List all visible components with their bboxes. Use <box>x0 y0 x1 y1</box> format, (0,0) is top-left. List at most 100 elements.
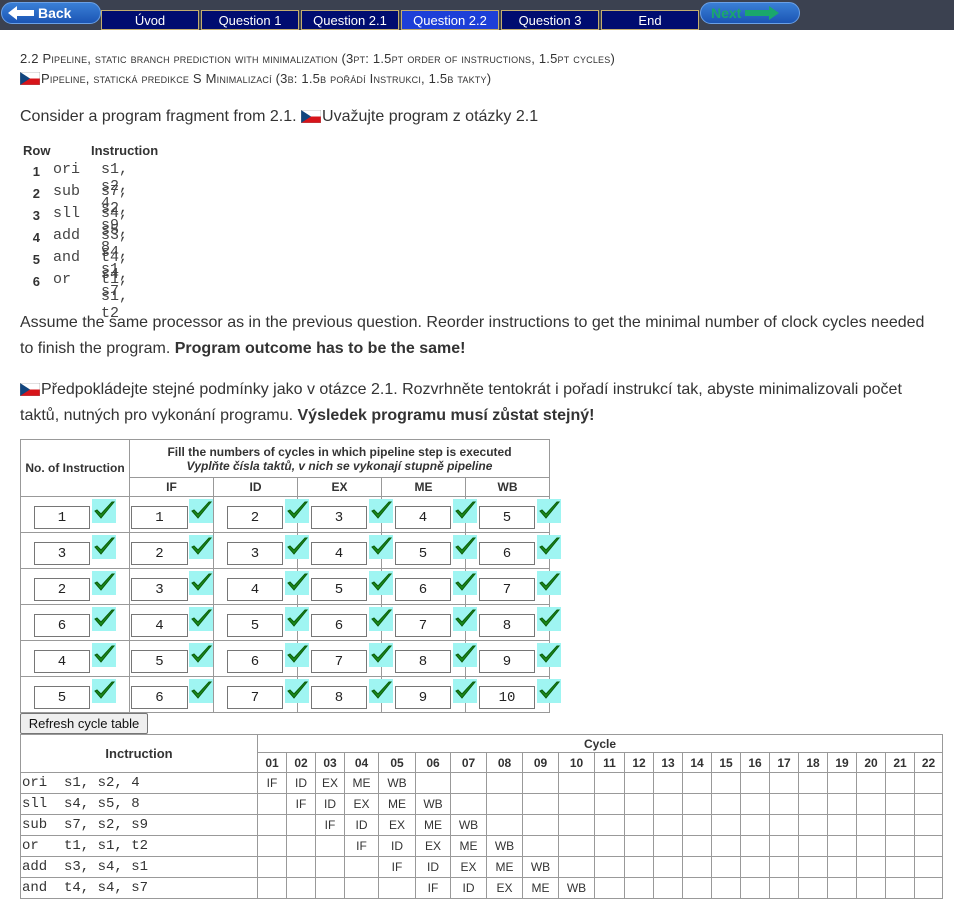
refresh-cycle-table-button[interactable]: Refresh cycle table <box>20 713 148 734</box>
stage-cycle-cell: 6 <box>297 604 393 641</box>
stage-cycle-input-ex[interactable]: 3 <box>311 506 367 529</box>
instruction-number-cell: 4 <box>20 640 130 677</box>
stage-cycle-cell: 6 <box>381 568 477 605</box>
row-number: 3 <box>32 208 40 223</box>
stage-cycle-input-if[interactable]: 1 <box>131 506 188 529</box>
stage-cycle-cell: 7 <box>297 640 393 677</box>
cycle-row-instruction: sub s7, s2, s9 <box>20 814 258 836</box>
tab-question-2-2[interactable]: Question 2.2 <box>401 10 499 30</box>
cycle-number: 02 <box>286 752 316 773</box>
stage-cycle-cell: 4 <box>213 568 309 605</box>
instruction-number-input[interactable]: 6 <box>34 614 90 637</box>
stage-cycle-cell: 5 <box>213 604 309 641</box>
stage-cycle-cell: 9 <box>381 676 477 713</box>
stage-cycle-input-id[interactable]: 5 <box>227 614 283 637</box>
check-icon <box>189 607 213 631</box>
stage-cycle-input-if[interactable]: 6 <box>131 686 188 709</box>
empty-cycle-cell <box>798 793 828 815</box>
stage-cycle-cell: 8 <box>297 676 393 713</box>
order-row: 2 3 4 5 6 7 <box>20 568 561 605</box>
empty-cycle-cell <box>594 772 625 794</box>
stage-cycle-input-id[interactable]: 2 <box>227 506 283 529</box>
col-row-header: Row <box>23 143 51 158</box>
stage-cell-id: ID <box>450 877 487 899</box>
order-row: 3 2 3 4 5 6 <box>20 532 561 569</box>
empty-cycle-cell <box>624 793 654 815</box>
tab-question-3[interactable]: Question 3 <box>501 10 599 30</box>
row-number: 4 <box>32 230 40 245</box>
stage-cycle-cell: 4 <box>297 532 393 569</box>
stage-cell-ex: EX <box>378 814 416 836</box>
next-button[interactable]: Next <box>700 2 800 24</box>
empty-cycle-cell <box>522 772 559 794</box>
stage-cycle-cell: 7 <box>381 604 477 641</box>
stage-cycle-input-if[interactable]: 5 <box>131 650 188 673</box>
instruction-number-cell: 1 <box>20 496 130 533</box>
stage-header-ex: EX <box>297 477 382 497</box>
opcode: or <box>53 271 72 288</box>
stage-cycle-cell: 1 <box>129 496 214 533</box>
cycle-number: 03 <box>315 752 345 773</box>
empty-cycle-cell <box>769 835 799 857</box>
empty-cycle-cell <box>827 856 857 878</box>
stage-cycle-input-me[interactable]: 9 <box>395 686 451 709</box>
stage-cycle-input-id[interactable]: 3 <box>227 542 283 565</box>
tab-question-2-1[interactable]: Question 2.1 <box>301 10 399 30</box>
stage-cell-me: ME <box>378 793 416 815</box>
tab-question-1[interactable]: Question 1 <box>201 10 299 30</box>
stage-cell-if: IF <box>378 856 416 878</box>
empty-cycle-cell <box>594 856 625 878</box>
empty-cycle-cell <box>827 877 857 899</box>
back-button[interactable]: Back <box>1 2 101 24</box>
stage-cycle-input-ex[interactable]: 5 <box>311 578 367 601</box>
stage-cycle-input-id[interactable]: 6 <box>227 650 283 673</box>
stage-cycle-input-ex[interactable]: 8 <box>311 686 367 709</box>
stage-cycle-cell: 5 <box>465 496 561 533</box>
stage-cycle-input-wb[interactable]: 7 <box>479 578 535 601</box>
tab-end[interactable]: End <box>601 10 699 30</box>
stage-cycle-input-wb[interactable]: 10 <box>479 686 535 709</box>
stage-cycle-input-me[interactable]: 7 <box>395 614 451 637</box>
empty-cycle-cell <box>885 835 915 857</box>
cycle-number: 09 <box>522 752 559 773</box>
cycle-number: 22 <box>914 752 943 773</box>
stage-cycle-input-me[interactable]: 5 <box>395 542 451 565</box>
stage-cycle-input-id[interactable]: 7 <box>227 686 283 709</box>
stage-cycle-input-wb[interactable]: 6 <box>479 542 535 565</box>
stage-cell-id: ID <box>415 856 451 878</box>
empty-cycle-cell <box>624 835 654 857</box>
tab-label: Question 2.2 <box>413 12 487 28</box>
instruction-number-input[interactable]: 1 <box>34 506 90 529</box>
stage-cycle-input-me[interactable]: 6 <box>395 578 451 601</box>
cycle-row-instruction: ori s1, s2, 4 <box>20 772 258 794</box>
stage-cycle-input-ex[interactable]: 6 <box>311 614 367 637</box>
check-icon <box>537 607 561 631</box>
stage-cycle-input-wb[interactable]: 5 <box>479 506 535 529</box>
instruction-order-table: No. of Instruction Fill the numbers of c… <box>20 439 561 713</box>
empty-cycle-cell <box>740 814 770 836</box>
empty-cycle-cell <box>914 856 943 878</box>
check-icon <box>92 571 116 595</box>
tab-uvod[interactable]: Úvod <box>101 10 199 30</box>
stage-cycle-input-if[interactable]: 3 <box>131 578 188 601</box>
stage-cycle-cell: 8 <box>381 640 477 677</box>
instruction-number-input[interactable]: 5 <box>34 686 90 709</box>
cycle-number: 01 <box>257 752 287 773</box>
instruction-number-input[interactable]: 2 <box>34 578 90 601</box>
stage-cycle-input-me[interactable]: 8 <box>395 650 451 673</box>
cycle-number: 20 <box>856 752 886 773</box>
stage-cycle-input-me[interactable]: 4 <box>395 506 451 529</box>
stage-cycle-input-ex[interactable]: 7 <box>311 650 367 673</box>
stage-cycle-input-if[interactable]: 2 <box>131 542 188 565</box>
stage-cycle-input-wb[interactable]: 9 <box>479 650 535 673</box>
stage-cycle-input-if[interactable]: 4 <box>131 614 188 637</box>
empty-cycle-cell <box>594 877 625 899</box>
empty-cycle-cell <box>798 877 828 899</box>
stage-header-if: IF <box>129 477 214 497</box>
stage-cycle-input-wb[interactable]: 8 <box>479 614 535 637</box>
stage-cycle-input-id[interactable]: 4 <box>227 578 283 601</box>
instruction-number-input[interactable]: 3 <box>34 542 90 565</box>
stage-cycle-cell: 5 <box>381 532 477 569</box>
instruction-number-input[interactable]: 4 <box>34 650 90 673</box>
stage-cycle-input-ex[interactable]: 4 <box>311 542 367 565</box>
